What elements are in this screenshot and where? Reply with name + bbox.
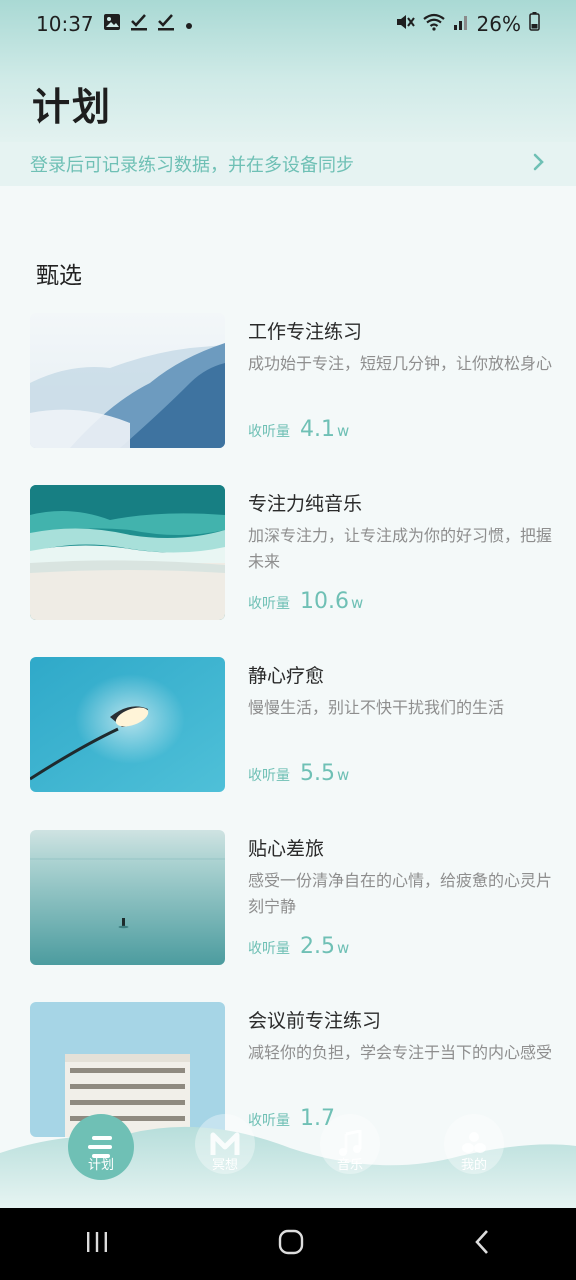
nav-label-profile[interactable]: 我的 bbox=[461, 1154, 487, 1173]
listen-count-unit: w bbox=[337, 766, 350, 784]
check-task-icon bbox=[130, 12, 148, 36]
recent-apps-icon[interactable] bbox=[84, 1229, 110, 1259]
notification-dot-icon bbox=[184, 12, 194, 36]
nav-tab-plan[interactable]: 计划 bbox=[68, 1114, 134, 1180]
listen-count: 收听量 10.6 w bbox=[248, 589, 363, 614]
signal-icon bbox=[453, 12, 469, 36]
listen-count: 收听量 2.5 w bbox=[248, 934, 349, 959]
bottom-nav: 计划 冥想 音乐 我的 bbox=[0, 1108, 576, 1208]
nav-tab-profile[interactable]: 我的 bbox=[441, 1114, 507, 1174]
listen-count-unit: w bbox=[337, 939, 350, 957]
listen-count: 收听量 4.1 w bbox=[248, 417, 349, 442]
item-title: 静心疗愈 bbox=[248, 665, 325, 687]
thumbnail-street-lamp[interactable] bbox=[30, 657, 225, 792]
item-description: 减轻你的负担，学会专注于当下的内心感受 bbox=[248, 1043, 553, 1062]
list-item[interactable]: 专注力纯音乐 加深专注力，让专注成为你的好习惯，把握未来 收听量 10.6 w bbox=[30, 485, 556, 620]
back-icon[interactable] bbox=[472, 1228, 492, 1260]
listen-count-label: 收听量 bbox=[248, 768, 290, 784]
listen-count-value: 10.6 bbox=[300, 589, 349, 614]
thumbnail-calm-sea[interactable] bbox=[30, 830, 225, 965]
item-title: 工作专注练习 bbox=[248, 321, 363, 343]
status-time: 10:37 bbox=[36, 12, 94, 36]
item-description: 感受一份清净自在的心情，给疲惫的心灵片刻宁静 bbox=[248, 871, 553, 916]
gallery-icon bbox=[103, 12, 121, 36]
thumbnail-beach-aerial[interactable] bbox=[30, 485, 225, 620]
listen-count-unit: w bbox=[350, 594, 364, 612]
item-title: 贴心差旅 bbox=[248, 838, 325, 860]
page-title: 计划 bbox=[32, 85, 113, 129]
system-nav-bar bbox=[0, 1208, 576, 1280]
status-bar: 10:37 26% bbox=[0, 0, 576, 48]
login-banner-text[interactable]: 登录后可记录练习数据，并在多设备同步 bbox=[30, 151, 354, 177]
battery-percent: 26% bbox=[476, 12, 521, 36]
chevron-right-icon[interactable] bbox=[532, 152, 546, 176]
home-icon[interactable] bbox=[277, 1228, 305, 1260]
nav-tab-meditation[interactable]: 冥想 bbox=[192, 1114, 258, 1174]
listen-count-value: 4.1 bbox=[300, 417, 335, 442]
listen-count-label: 收听量 bbox=[248, 941, 290, 957]
list-item[interactable]: 贴心差旅 感受一份清净自在的心情，给疲惫的心灵片刻宁静 收听量 2.5 w bbox=[30, 830, 556, 965]
item-title: 专注力纯音乐 bbox=[248, 493, 363, 515]
battery-icon bbox=[529, 12, 540, 36]
listen-count-unit: w bbox=[337, 422, 350, 440]
listen-count-label: 收听量 bbox=[248, 424, 290, 440]
check-task-icon-2 bbox=[157, 12, 175, 36]
nav-label-music[interactable]: 音乐 bbox=[337, 1154, 363, 1173]
item-description: 成功始于专注，短短几分钟，让你放松身心 bbox=[248, 354, 553, 373]
listen-count-value: 2.5 bbox=[300, 934, 335, 959]
item-description: 加深专注力，让专注成为你的好习惯，把握未来 bbox=[248, 526, 553, 571]
login-banner[interactable]: 登录后可记录练习数据，并在多设备同步 bbox=[0, 142, 576, 186]
section-title: 甄选 bbox=[36, 263, 82, 289]
nav-label-meditation[interactable]: 冥想 bbox=[212, 1154, 238, 1173]
nav-label-plan[interactable]: 计划 bbox=[88, 1154, 114, 1173]
listen-count-label: 收听量 bbox=[248, 596, 290, 612]
listen-count-value: 5.5 bbox=[300, 761, 335, 786]
thumbnail-misty-mountains[interactable] bbox=[30, 313, 225, 448]
mute-icon bbox=[395, 12, 415, 37]
item-title: 会议前专注练习 bbox=[248, 1010, 382, 1032]
item-description: 慢慢生活，别让不快干扰我们的生活 bbox=[248, 698, 505, 717]
list-item[interactable]: 工作专注练习 成功始于专注，短短几分钟，让你放松身心 收听量 4.1 w bbox=[30, 313, 556, 448]
wifi-icon bbox=[422, 12, 445, 36]
list-item[interactable]: 静心疗愈 慢慢生活，别让不快干扰我们的生活 收听量 5.5 w bbox=[30, 657, 556, 792]
listen-count: 收听量 5.5 w bbox=[248, 761, 349, 786]
nav-tab-music[interactable]: 音乐 bbox=[317, 1114, 383, 1174]
